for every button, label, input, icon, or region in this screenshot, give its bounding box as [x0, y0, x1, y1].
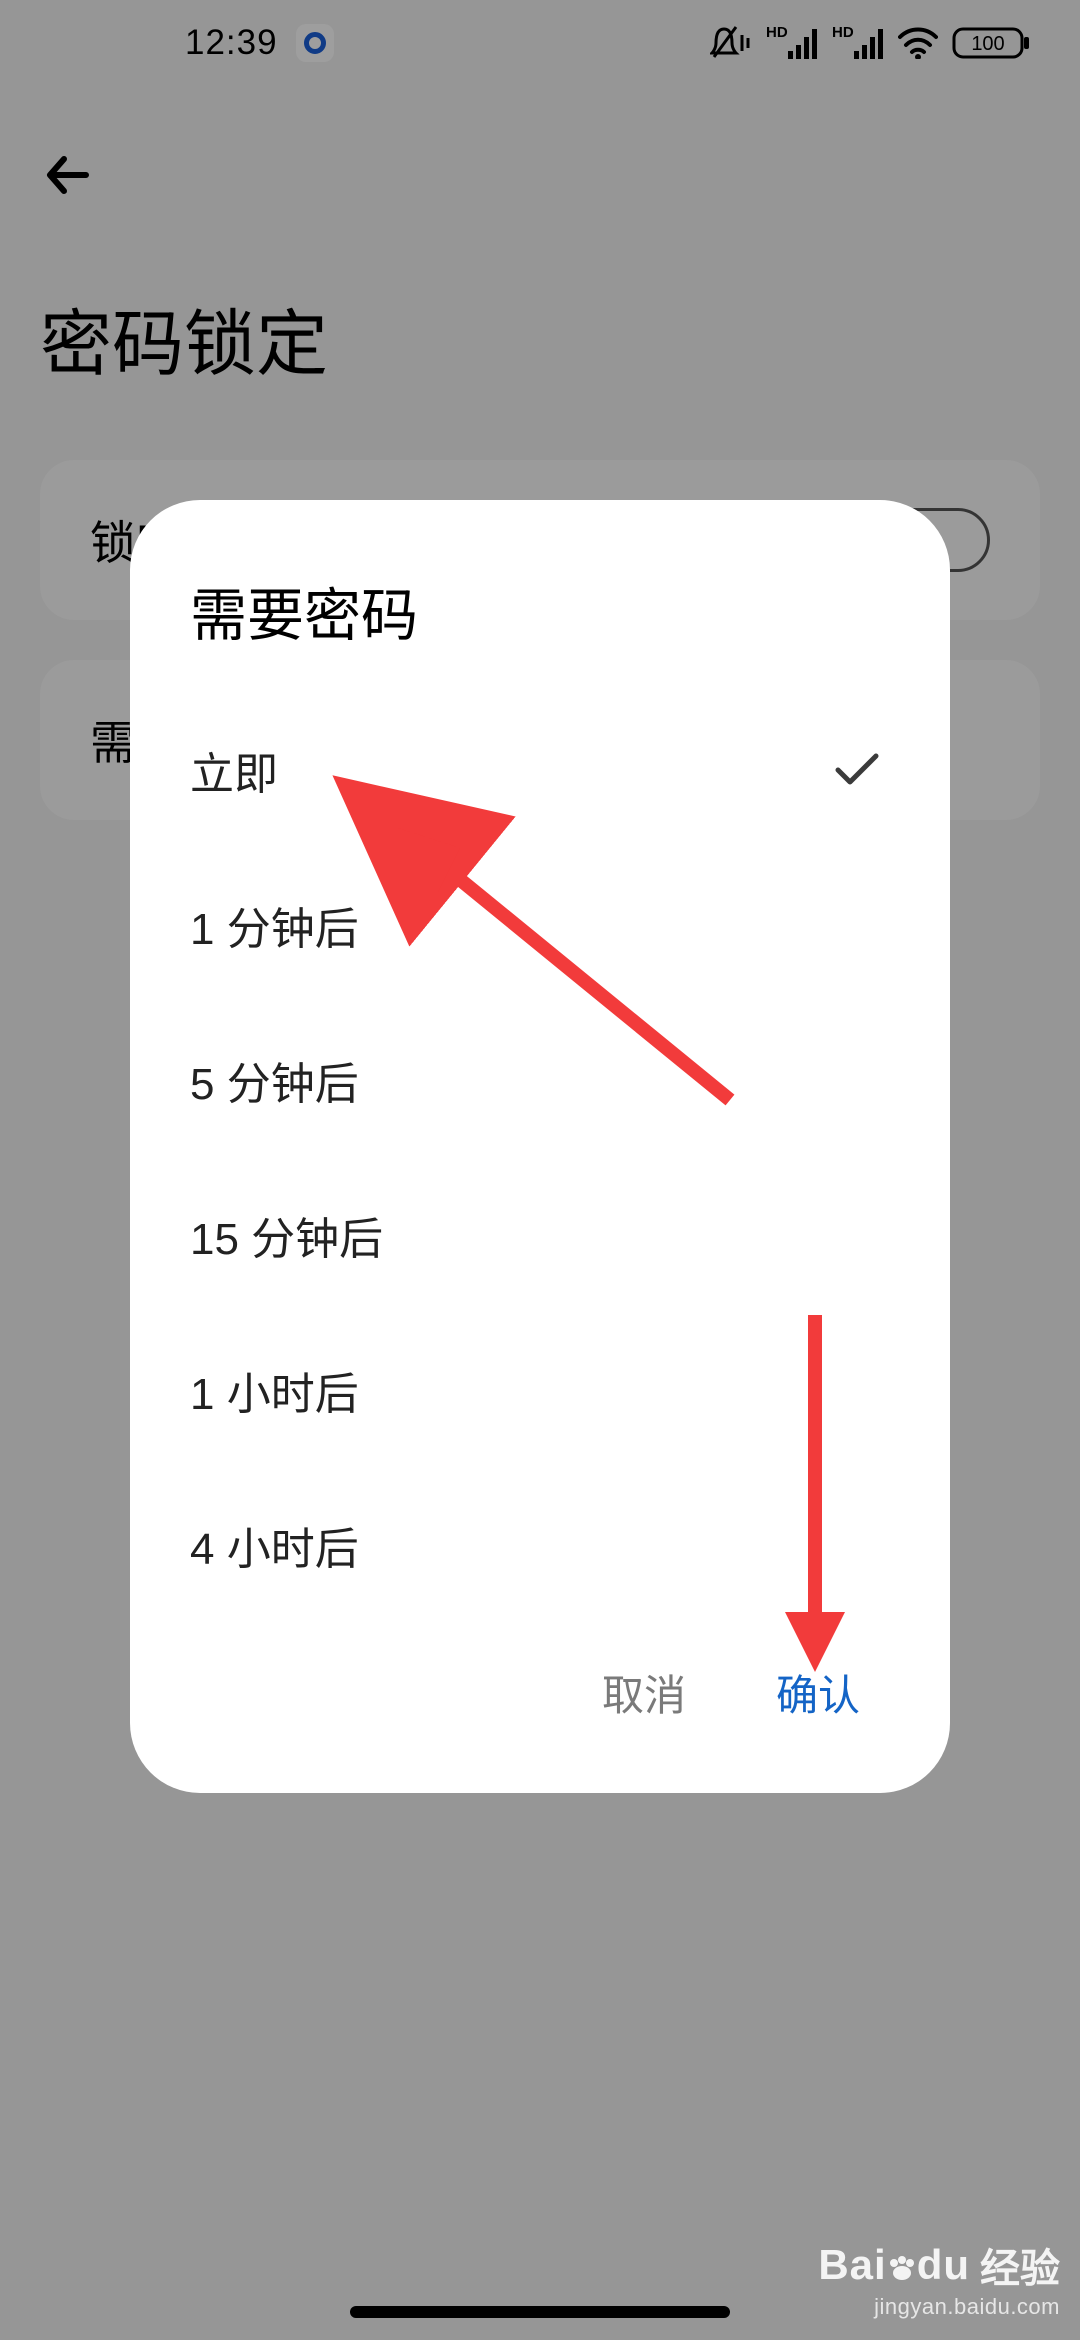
option-label: 1 分钟后 — [190, 893, 359, 957]
dialog-actions: 取消 确认 — [190, 1622, 890, 1753]
watermark-url: jingyan.baidu.com — [874, 2294, 1060, 2320]
option-label: 4 小时后 — [190, 1513, 359, 1577]
dialog-title: 需要密码 — [190, 570, 890, 652]
option-1-minute[interactable]: 1 分钟后 — [190, 847, 890, 1002]
watermark: Baidu 经验 jingyan.baidu.com — [818, 2236, 1060, 2320]
cancel-button[interactable]: 取消 — [602, 1662, 686, 1723]
option-list: 立即 1 分钟后 5 分钟后 15 分钟后 1 小时后 4 小时后 — [190, 692, 890, 1622]
confirm-button[interactable]: 确认 — [776, 1662, 860, 1723]
option-15-minutes[interactable]: 15 分钟后 — [190, 1157, 890, 1312]
option-immediate[interactable]: 立即 — [190, 692, 890, 847]
dialog-require-password: 需要密码 立即 1 分钟后 5 分钟后 15 分钟后 1 小时后 4 小时后 取… — [130, 500, 950, 1793]
watermark-jingyan: 经验 — [980, 2236, 1060, 2294]
option-5-minutes[interactable]: 5 分钟后 — [190, 1002, 890, 1157]
watermark-brand: Baidu — [818, 2241, 970, 2289]
option-1-hour[interactable]: 1 小时后 — [190, 1312, 890, 1467]
checkmark-icon — [834, 752, 880, 788]
option-label: 15 分钟后 — [190, 1203, 383, 1267]
option-4-hours[interactable]: 4 小时后 — [190, 1467, 890, 1622]
option-label: 立即 — [190, 738, 278, 802]
option-label: 1 小时后 — [190, 1358, 359, 1422]
option-label: 5 分钟后 — [190, 1048, 359, 1112]
